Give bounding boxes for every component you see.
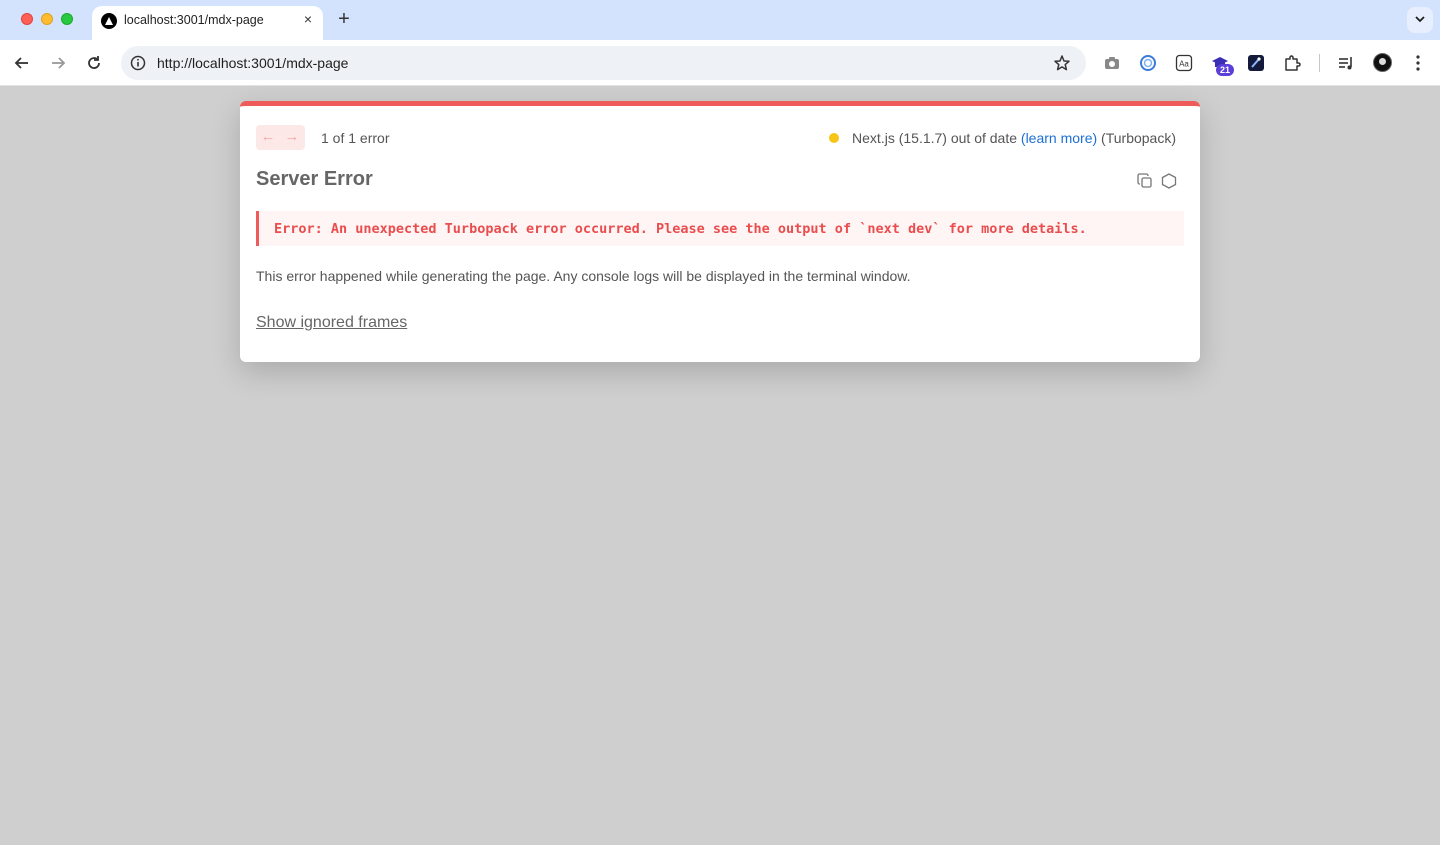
version-text: Next.js (15.1.7) out of date xyxy=(852,130,1018,146)
error-dialog: ← → 1 of 1 error Next.js (15.1.7) out of… xyxy=(240,101,1200,362)
tab-search-button[interactable] xyxy=(1407,7,1433,33)
media-queue-icon[interactable] xyxy=(1337,54,1355,72)
error-description: This error happened while generating the… xyxy=(256,268,911,284)
chevron-down-icon xyxy=(1415,16,1425,23)
copy-icon[interactable] xyxy=(1136,172,1154,190)
site-info-icon[interactable] xyxy=(130,55,146,71)
profile-avatar[interactable] xyxy=(1373,53,1392,72)
minimize-window-button[interactable] xyxy=(41,13,53,25)
error-count: 1 of 1 error xyxy=(321,130,390,146)
nextjs-triangle-icon xyxy=(101,13,117,29)
close-window-button[interactable] xyxy=(21,13,33,25)
learn-more-link[interactable]: (learn more) xyxy=(1021,130,1097,146)
extension-badge: 21 xyxy=(1216,64,1234,76)
bookmark-star-icon[interactable] xyxy=(1053,54,1071,72)
more-menu-icon[interactable] xyxy=(1410,53,1426,73)
arrow-right-icon xyxy=(52,57,66,69)
reload-icon xyxy=(88,56,100,69)
puzzle-extensions-icon[interactable] xyxy=(1283,54,1301,72)
status-dot-icon xyxy=(829,133,840,143)
tab-title: localhost:3001/mdx-page xyxy=(124,13,264,27)
error-message-box: Error: An unexpected Turbopack error occ… xyxy=(256,211,1184,246)
forward-button[interactable] xyxy=(47,52,69,74)
maximize-window-button[interactable] xyxy=(61,13,73,25)
previous-error-button[interactable]: ← xyxy=(258,128,278,146)
error-pager: ← → xyxy=(256,125,305,150)
camera-icon[interactable] xyxy=(1103,54,1121,72)
circle-extension-icon[interactable] xyxy=(1139,54,1157,72)
version-status: Next.js (15.1.7) out of date (learn more… xyxy=(829,130,1176,146)
tab-close-button[interactable]: × xyxy=(300,11,316,27)
rocket-extension-icon[interactable] xyxy=(1247,54,1265,72)
translate-icon[interactable]: Aa xyxy=(1175,54,1193,72)
nodejs-inspector-icon[interactable] xyxy=(1160,172,1178,190)
reload-button[interactable] xyxy=(83,52,105,74)
browser-tab[interactable]: localhost:3001/mdx-page × xyxy=(92,6,323,40)
error-title: Server Error xyxy=(256,168,373,190)
tab-strip: localhost:3001/mdx-page × + xyxy=(0,0,1440,40)
toolbar-divider xyxy=(1319,54,1320,72)
url-text[interactable]: http://localhost:3001/mdx-page xyxy=(157,55,348,71)
title-actions xyxy=(1136,172,1178,190)
bundler-label: (Turbopack) xyxy=(1101,130,1176,146)
address-bar[interactable]: http://localhost:3001/mdx-page xyxy=(121,46,1086,80)
new-tab-button[interactable]: + xyxy=(334,9,354,29)
show-ignored-frames-button[interactable]: Show ignored frames xyxy=(256,314,407,332)
back-button[interactable] xyxy=(11,52,33,74)
svg-text:Aa: Aa xyxy=(1179,60,1189,69)
next-error-button[interactable]: → xyxy=(282,128,302,146)
browser-toolbar: http://localhost:3001/mdx-page Aa 21 xyxy=(0,40,1440,86)
error-message: Error: An unexpected Turbopack error occ… xyxy=(274,221,1087,237)
arrow-left-icon xyxy=(14,57,28,69)
